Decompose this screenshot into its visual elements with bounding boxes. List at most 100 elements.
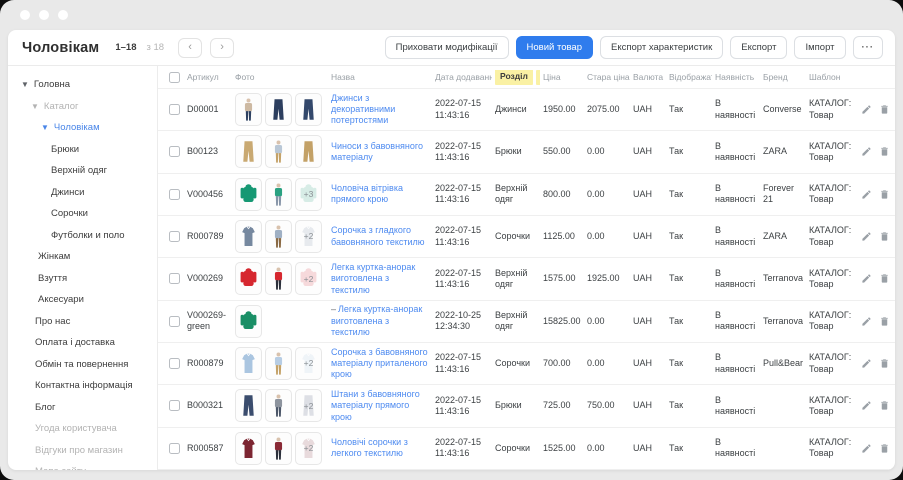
sidebar-item-футболки-и-поло[interactable]: Футболки и поло <box>8 225 157 247</box>
edit-pencil-icon[interactable] <box>861 316 872 327</box>
column-header-валюта[interactable]: Валюта <box>630 72 666 82</box>
delete-trash-icon[interactable] <box>879 400 890 411</box>
product-photo-thumbnail[interactable] <box>295 135 322 169</box>
column-header-checkbox[interactable] <box>158 71 184 83</box>
export-button[interactable]: Експорт <box>730 36 788 59</box>
edit-pencil-icon[interactable] <box>861 189 872 200</box>
product-photo-thumbnail[interactable] <box>265 93 292 127</box>
product-photo-thumbnail[interactable] <box>235 304 262 338</box>
sidebar-item-блог[interactable]: Блог <box>8 397 157 419</box>
sidebar-item-відгуки-про-магазин[interactable]: Відгуки про магазин <box>8 440 157 462</box>
row-checkbox[interactable] <box>169 188 180 200</box>
sidebar-item-оплата-і-доставка[interactable]: Оплата і доставка <box>8 332 157 354</box>
row-checkbox[interactable] <box>169 358 180 370</box>
edit-pencil-icon[interactable] <box>861 104 872 115</box>
row-checkbox[interactable] <box>169 315 180 327</box>
sidebar-item-сорочки[interactable]: Сорочки <box>8 203 157 225</box>
edit-pencil-icon[interactable] <box>861 273 872 284</box>
row-checkbox[interactable] <box>169 104 180 116</box>
chevron-down-icon[interactable]: ▼ <box>41 123 49 132</box>
product-photo-thumbnail[interactable] <box>265 347 292 381</box>
pagination-prev-button[interactable]: ‹ <box>178 37 203 58</box>
product-photo-thumbnail[interactable] <box>235 262 262 296</box>
sidebar-item-жінкам[interactable]: Жінкам <box>8 246 157 268</box>
delete-trash-icon[interactable] <box>879 273 890 284</box>
row-checkbox[interactable] <box>169 146 180 158</box>
product-name-link[interactable]: Штани з бавовняного матеріалу прямого кр… <box>331 389 420 422</box>
delete-trash-icon[interactable] <box>879 443 890 454</box>
more-photos-badge[interactable]: +2 <box>295 347 322 381</box>
more-photos-badge[interactable]: +2 <box>295 389 322 423</box>
product-photo-thumbnail[interactable] <box>235 135 262 169</box>
delete-trash-icon[interactable] <box>879 189 890 200</box>
column-header-артикул[interactable]: Артикул <box>184 72 232 82</box>
product-photo-thumbnail[interactable] <box>235 389 262 423</box>
sorted-column-label[interactable]: Розділ <box>495 69 533 85</box>
more-photos-badge[interactable]: +2 <box>295 220 322 254</box>
chevron-down-icon[interactable]: ▼ <box>21 80 29 89</box>
column-header-наявність[interactable]: Наявність <box>712 72 760 82</box>
window-minimize-dot[interactable] <box>39 10 49 20</box>
product-photo-thumbnail[interactable] <box>265 389 292 423</box>
more-photos-badge[interactable]: +2 <box>295 262 322 296</box>
product-photo-thumbnail[interactable] <box>235 177 262 211</box>
import-button[interactable]: Імпорт <box>794 36 846 59</box>
edit-pencil-icon[interactable] <box>861 400 872 411</box>
more-photos-badge[interactable]: +3 <box>295 177 322 211</box>
sidebar-item-брюки[interactable]: Брюки <box>8 139 157 161</box>
product-name-link[interactable]: Сорочка з гладкого бавовняного текстилю <box>331 225 425 246</box>
sidebar-item-обмін-та-повернення[interactable]: Обмін та повернення <box>8 354 157 376</box>
more-actions-button[interactable]: ··· <box>852 36 883 59</box>
product-photo-thumbnail[interactable] <box>235 220 262 254</box>
select-all-checkbox[interactable] <box>169 71 180 83</box>
sidebar-item-угода-користувача[interactable]: Угода користувача <box>8 418 157 440</box>
product-photo-thumbnail[interactable] <box>265 220 292 254</box>
hide-modifications-button[interactable]: Приховати модифікації <box>384 36 509 59</box>
sidebar-item-мапа-сайту[interactable]: Мапа сайту <box>8 461 157 470</box>
delete-trash-icon[interactable] <box>879 146 890 157</box>
column-header-фото[interactable]: Фото <box>232 72 328 82</box>
edit-pencil-icon[interactable] <box>861 146 872 157</box>
edit-pencil-icon[interactable] <box>861 231 872 242</box>
column-header-розділ[interactable]: Розділ <box>492 69 540 85</box>
row-checkbox[interactable] <box>169 442 180 454</box>
product-photo-thumbnail[interactable] <box>265 431 292 465</box>
more-photos-badge[interactable]: +2 <box>295 431 322 465</box>
column-header-дата-додавання[interactable]: Дата додавання <box>432 72 492 82</box>
product-name-link[interactable]: Чоловічі сорочки з легкого текстилю <box>331 437 408 458</box>
sidebar-item-чоловікам[interactable]: ▼ Чоловікам <box>8 117 157 139</box>
product-photo-thumbnail[interactable] <box>235 93 262 127</box>
column-header-відображати[interactable]: Відображати <box>666 72 712 82</box>
pagination-next-button[interactable]: › <box>210 37 235 58</box>
delete-trash-icon[interactable] <box>879 231 890 242</box>
sidebar-item-джинси[interactable]: Джинси <box>8 182 157 204</box>
edit-pencil-icon[interactable] <box>861 443 872 454</box>
sidebar-item-взуття[interactable]: Взуття <box>8 268 157 290</box>
product-name-link[interactable]: Чиноси з бавовняного матеріалу <box>331 141 423 162</box>
product-photo-thumbnail[interactable] <box>265 135 292 169</box>
window-maximize-dot[interactable] <box>58 10 68 20</box>
product-name-link[interactable]: Чоловіча вітрівка прямого крою <box>331 183 403 204</box>
sidebar-item-верхній-одяг[interactable]: Верхній одяг <box>8 160 157 182</box>
sidebar-item-про-нас[interactable]: Про нас <box>8 311 157 333</box>
edit-pencil-icon[interactable] <box>861 358 872 369</box>
sidebar-item-аксесуари[interactable]: Аксесуари <box>8 289 157 311</box>
product-photo-thumbnail[interactable] <box>295 93 322 127</box>
row-checkbox[interactable] <box>169 400 180 412</box>
product-name-link[interactable]: Легка куртка-анорак виготовлена з тексти… <box>331 304 422 337</box>
product-name-link[interactable]: Легка куртка-анорак виготовлена з тексти… <box>331 262 415 295</box>
window-close-dot[interactable] <box>20 10 30 20</box>
export-characteristics-button[interactable]: Експорт характеристик <box>599 36 724 59</box>
column-header-бренд[interactable]: Бренд <box>760 72 806 82</box>
product-photo-thumbnail[interactable] <box>265 262 292 296</box>
chevron-down-icon[interactable]: ▼ <box>31 102 39 111</box>
row-checkbox[interactable] <box>169 273 180 285</box>
product-photo-thumbnail[interactable] <box>235 431 262 465</box>
delete-trash-icon[interactable] <box>879 358 890 369</box>
column-header-стара-ціна[interactable]: Стара ціна <box>584 72 630 82</box>
sidebar-item-контактна-інформація[interactable]: Контактна інформація <box>8 375 157 397</box>
new-product-button[interactable]: Новий товар <box>515 36 593 59</box>
delete-trash-icon[interactable] <box>879 316 890 327</box>
sidebar-item-каталог[interactable]: ▼ Каталог <box>8 96 157 118</box>
column-header-шаблон[interactable]: Шаблон <box>806 72 858 82</box>
